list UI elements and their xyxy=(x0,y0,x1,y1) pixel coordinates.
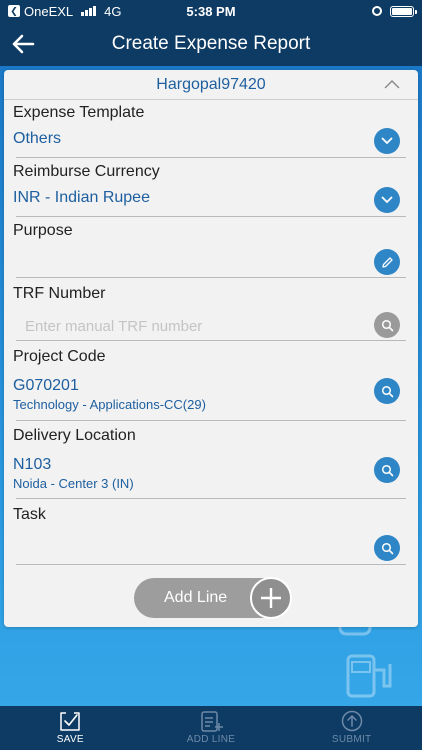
delivery-location-value: N103 xyxy=(13,456,52,473)
expense-template-dropdown-button[interactable] xyxy=(374,128,400,154)
toolbar-save-label: SAVE xyxy=(56,734,84,745)
add-line-icon xyxy=(201,711,223,732)
add-line-label: Add Line xyxy=(164,589,228,606)
divider xyxy=(16,564,406,565)
expense-template-value: Others xyxy=(13,130,62,147)
divider xyxy=(16,216,406,217)
toolbar-submit-button[interactable]: SUBMIT xyxy=(281,706,422,750)
reimburse-currency-label: Reimburse Currency xyxy=(13,163,160,180)
task-search-button[interactable] xyxy=(374,535,400,561)
purpose-field[interactable]: Purpose xyxy=(4,222,418,280)
add-line-button[interactable]: Add Line xyxy=(134,577,292,619)
search-icon xyxy=(381,464,393,476)
project-code-value: G070201 xyxy=(13,377,79,394)
status-time: 5:38 PM xyxy=(186,3,236,19)
toolbar-submit-label: SUBMIT xyxy=(331,734,372,745)
toolbar-add-line-label: ADD LINE xyxy=(186,734,236,745)
orientation-lock-icon xyxy=(372,6,382,16)
expense-form-card: Hargopal97420 Expense Template Others Re… xyxy=(4,70,418,627)
expense-template-field[interactable]: Expense Template Others xyxy=(4,104,418,160)
purpose-label: Purpose xyxy=(13,222,73,239)
divider xyxy=(16,277,406,278)
bottom-toolbar: SAVE ADD LINE SUBMIT xyxy=(0,706,422,750)
delivery-location-search-button[interactable] xyxy=(374,457,400,483)
reimburse-currency-field[interactable]: Reimburse Currency INR - Indian Rupee xyxy=(4,163,418,219)
trf-number-field: TRF Number xyxy=(4,285,418,343)
reimburse-currency-value: INR - Indian Rupee xyxy=(13,189,150,206)
project-code-description: Technology - Applications-CC(29) xyxy=(13,397,206,412)
divider xyxy=(16,420,406,421)
project-code-field[interactable]: Project Code G070201 Technology - Applic… xyxy=(4,348,418,424)
delivery-location-description: Noida - Center 3 (IN) xyxy=(13,476,134,491)
pencil-icon xyxy=(381,256,393,268)
back-arrow-icon xyxy=(12,34,35,54)
project-code-label: Project Code xyxy=(13,348,106,365)
status-bar: ❮ OneEXL 4G 5:38 PM xyxy=(0,0,422,22)
search-icon xyxy=(381,385,393,397)
card-header[interactable]: Hargopal97420 xyxy=(4,70,418,100)
battery-icon xyxy=(390,5,417,17)
chevron-up-icon[interactable] xyxy=(384,79,400,89)
back-button[interactable] xyxy=(0,22,46,66)
signal-strength-icon xyxy=(81,6,97,16)
chevron-down-icon xyxy=(381,196,393,204)
divider xyxy=(16,498,406,499)
chevron-down-icon xyxy=(381,137,393,145)
network-type: 4G xyxy=(104,3,122,19)
save-icon xyxy=(60,712,81,731)
task-field[interactable]: Task xyxy=(4,506,418,566)
carrier-name: OneEXL xyxy=(24,3,74,19)
submit-icon xyxy=(341,710,362,732)
purpose-edit-button[interactable] xyxy=(374,249,400,275)
project-code-search-button[interactable] xyxy=(374,378,400,404)
delivery-location-field[interactable]: Delivery Location N103 Noida - Center 3 … xyxy=(4,427,418,503)
trf-number-label: TRF Number xyxy=(13,285,106,302)
trf-number-input[interactable] xyxy=(25,318,365,335)
employee-id: Hargopal97420 xyxy=(156,75,266,93)
toolbar-save-button[interactable]: SAVE xyxy=(0,706,141,750)
divider xyxy=(16,157,406,158)
task-label: Task xyxy=(13,506,46,523)
toolbar-add-line-button[interactable]: ADD LINE xyxy=(141,706,282,750)
divider xyxy=(16,340,406,341)
search-icon xyxy=(381,542,393,554)
search-icon xyxy=(381,319,393,331)
trf-search-button[interactable] xyxy=(374,312,400,338)
reimburse-currency-dropdown-button[interactable] xyxy=(374,187,400,213)
delivery-location-label: Delivery Location xyxy=(13,427,136,444)
page-title: Create Expense Report xyxy=(111,33,311,54)
expense-template-label: Expense Template xyxy=(13,104,145,121)
plus-icon xyxy=(250,577,292,619)
back-to-app-icon[interactable]: ❮ xyxy=(8,5,20,17)
nav-header: Create Expense Report xyxy=(0,22,422,66)
